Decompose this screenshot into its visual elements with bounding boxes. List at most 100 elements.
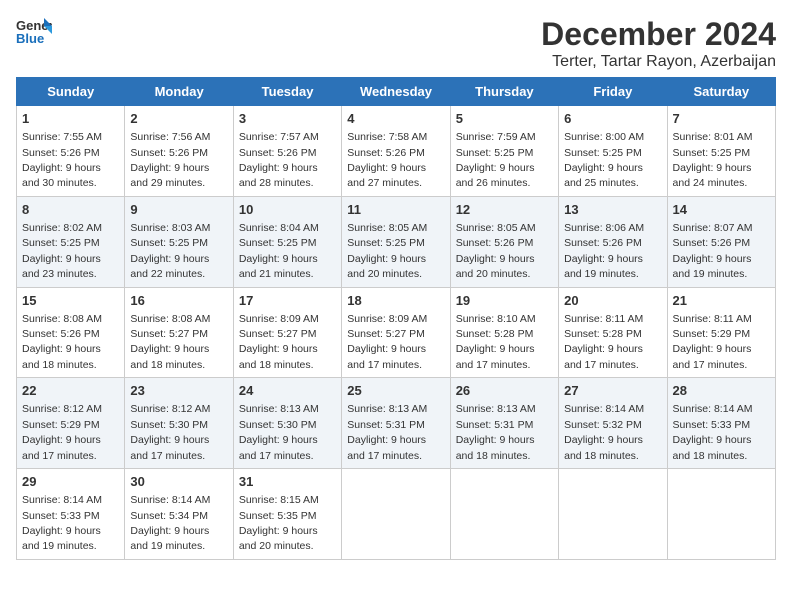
- day-number: 30: [130, 473, 227, 491]
- day-info: Sunrise: 8:03 AM Sunset: 5:25 PM Dayligh…: [130, 222, 210, 280]
- day-number: 6: [564, 110, 661, 128]
- calendar-week-row: 29 Sunrise: 8:14 AM Sunset: 5:33 PM Dayli…: [17, 469, 776, 560]
- calendar-day-cell: 2 Sunrise: 7:56 AM Sunset: 5:26 PM Daylig…: [125, 106, 233, 197]
- logo-icon: General Blue: [16, 16, 52, 46]
- day-number: 8: [22, 201, 119, 219]
- day-info: Sunrise: 8:14 AM Sunset: 5:34 PM Dayligh…: [130, 494, 210, 552]
- day-info: Sunrise: 8:09 AM Sunset: 5:27 PM Dayligh…: [347, 313, 427, 371]
- day-number: 12: [456, 201, 553, 219]
- day-info: Sunrise: 7:56 AM Sunset: 5:26 PM Dayligh…: [130, 131, 210, 189]
- calendar-header: SundayMondayTuesdayWednesdayThursdayFrid…: [17, 78, 776, 106]
- day-info: Sunrise: 8:12 AM Sunset: 5:29 PM Dayligh…: [22, 403, 102, 461]
- calendar-day-cell: 20 Sunrise: 8:11 AM Sunset: 5:28 PM Dayli…: [559, 287, 667, 378]
- day-number: 5: [456, 110, 553, 128]
- calendar-week-row: 22 Sunrise: 8:12 AM Sunset: 5:29 PM Dayli…: [17, 378, 776, 469]
- weekday-header: Sunday: [17, 78, 125, 106]
- weekday-header: Saturday: [667, 78, 775, 106]
- calendar-day-cell: 23 Sunrise: 8:12 AM Sunset: 5:30 PM Dayli…: [125, 378, 233, 469]
- day-info: Sunrise: 8:11 AM Sunset: 5:29 PM Dayligh…: [673, 313, 752, 371]
- calendar-day-cell: 5 Sunrise: 7:59 AM Sunset: 5:25 PM Daylig…: [450, 106, 558, 197]
- day-number: 21: [673, 292, 770, 310]
- day-number: 14: [673, 201, 770, 219]
- day-number: 9: [130, 201, 227, 219]
- day-info: Sunrise: 8:00 AM Sunset: 5:25 PM Dayligh…: [564, 131, 644, 189]
- calendar-day-cell: 14 Sunrise: 8:07 AM Sunset: 5:26 PM Dayli…: [667, 196, 775, 287]
- calendar-day-cell: 6 Sunrise: 8:00 AM Sunset: 5:25 PM Daylig…: [559, 106, 667, 197]
- calendar-day-cell: 18Sunrise: 8:09 AM Sunset: 5:27 PM Dayli…: [342, 287, 450, 378]
- subtitle: Terter, Tartar Rayon, Azerbaijan: [541, 53, 776, 71]
- day-number: 17: [239, 292, 336, 310]
- svg-text:Blue: Blue: [16, 31, 44, 46]
- day-info: Sunrise: 8:07 AM Sunset: 5:26 PM Dayligh…: [673, 222, 753, 280]
- calendar-day-cell: 28 Sunrise: 8:14 AM Sunset: 5:33 PM Dayli…: [667, 378, 775, 469]
- day-number: 20: [564, 292, 661, 310]
- day-info: Sunrise: 8:05 AM Sunset: 5:25 PM Dayligh…: [347, 222, 427, 280]
- day-info: Sunrise: 8:14 AM Sunset: 5:32 PM Dayligh…: [564, 403, 644, 461]
- logo: General Blue: [16, 16, 52, 46]
- calendar-day-cell: 24 Sunrise: 8:13 AM Sunset: 5:30 PM Dayli…: [233, 378, 341, 469]
- calendar-day-cell: 7Sunrise: 8:01 AM Sunset: 5:25 PM Daylig…: [667, 106, 775, 197]
- calendar-day-cell: [667, 469, 775, 560]
- day-info: Sunrise: 8:01 AM Sunset: 5:25 PM Dayligh…: [673, 131, 753, 189]
- day-number: 11: [347, 201, 444, 219]
- day-info: Sunrise: 8:13 AM Sunset: 5:31 PM Dayligh…: [347, 403, 427, 461]
- calendar-day-cell: 25 Sunrise: 8:13 AM Sunset: 5:31 PM Dayli…: [342, 378, 450, 469]
- day-number: 29: [22, 473, 119, 491]
- calendar-day-cell: 15 Sunrise: 8:08 AM Sunset: 5:26 PM Dayli…: [17, 287, 125, 378]
- day-info: Sunrise: 8:09 AM Sunset: 5:27 PM Dayligh…: [239, 313, 319, 371]
- calendar-week-row: 8 Sunrise: 8:02 AM Sunset: 5:25 PM Daylig…: [17, 196, 776, 287]
- day-info: Sunrise: 8:13 AM Sunset: 5:31 PM Dayligh…: [456, 403, 536, 461]
- calendar-day-cell: [450, 469, 558, 560]
- weekday-header: Wednesday: [342, 78, 450, 106]
- calendar-day-cell: 19Sunrise: 8:10 AM Sunset: 5:28 PM Dayli…: [450, 287, 558, 378]
- page-header: General Blue December 2024 Terter, Tarta…: [16, 16, 776, 71]
- day-info: Sunrise: 7:59 AM Sunset: 5:25 PM Dayligh…: [456, 131, 536, 189]
- day-number: 13: [564, 201, 661, 219]
- calendar-day-cell: [342, 469, 450, 560]
- calendar-day-cell: 12 Sunrise: 8:05 AM Sunset: 5:26 PM Dayli…: [450, 196, 558, 287]
- calendar-day-cell: 3Sunrise: 7:57 AM Sunset: 5:26 PM Daylig…: [233, 106, 341, 197]
- calendar-table: SundayMondayTuesdayWednesdayThursdayFrid…: [16, 77, 776, 560]
- day-number: 22: [22, 382, 119, 400]
- weekday-header: Tuesday: [233, 78, 341, 106]
- calendar-day-cell: 17 Sunrise: 8:09 AM Sunset: 5:27 PM Dayli…: [233, 287, 341, 378]
- day-info: Sunrise: 7:55 AM Sunset: 5:26 PM Dayligh…: [22, 131, 102, 189]
- calendar-day-cell: 29 Sunrise: 8:14 AM Sunset: 5:33 PM Dayli…: [17, 469, 125, 560]
- day-info: Sunrise: 8:02 AM Sunset: 5:25 PM Dayligh…: [22, 222, 102, 280]
- main-title: December 2024: [541, 16, 776, 53]
- calendar-day-cell: 31Sunrise: 8:15 AM Sunset: 5:35 PM Dayli…: [233, 469, 341, 560]
- calendar-day-cell: [559, 469, 667, 560]
- calendar-day-cell: 21 Sunrise: 8:11 AM Sunset: 5:29 PM Dayli…: [667, 287, 775, 378]
- day-number: 19: [456, 292, 553, 310]
- day-info: Sunrise: 8:14 AM Sunset: 5:33 PM Dayligh…: [673, 403, 753, 461]
- day-number: 23: [130, 382, 227, 400]
- title-block: December 2024 Terter, Tartar Rayon, Azer…: [541, 16, 776, 71]
- day-number: 16: [130, 292, 227, 310]
- day-info: Sunrise: 8:04 AM Sunset: 5:25 PM Dayligh…: [239, 222, 319, 280]
- calendar-day-cell: 9 Sunrise: 8:03 AM Sunset: 5:25 PM Daylig…: [125, 196, 233, 287]
- calendar-day-cell: 1 Sunrise: 7:55 AM Sunset: 5:26 PM Daylig…: [17, 106, 125, 197]
- day-number: 25: [347, 382, 444, 400]
- day-info: Sunrise: 8:08 AM Sunset: 5:27 PM Dayligh…: [130, 313, 210, 371]
- weekday-header: Friday: [559, 78, 667, 106]
- weekday-header: Monday: [125, 78, 233, 106]
- day-info: Sunrise: 8:12 AM Sunset: 5:30 PM Dayligh…: [130, 403, 210, 461]
- calendar-day-cell: 16 Sunrise: 8:08 AM Sunset: 5:27 PM Dayli…: [125, 287, 233, 378]
- day-number: 15: [22, 292, 119, 310]
- day-number: 28: [673, 382, 770, 400]
- day-info: Sunrise: 8:05 AM Sunset: 5:26 PM Dayligh…: [456, 222, 536, 280]
- day-info: Sunrise: 8:08 AM Sunset: 5:26 PM Dayligh…: [22, 313, 102, 371]
- day-info: Sunrise: 8:11 AM Sunset: 5:28 PM Dayligh…: [564, 313, 643, 371]
- calendar-day-cell: 27Sunrise: 8:14 AM Sunset: 5:32 PM Dayli…: [559, 378, 667, 469]
- calendar-day-cell: 8 Sunrise: 8:02 AM Sunset: 5:25 PM Daylig…: [17, 196, 125, 287]
- day-number: 2: [130, 110, 227, 128]
- day-number: 24: [239, 382, 336, 400]
- day-info: Sunrise: 8:14 AM Sunset: 5:33 PM Dayligh…: [22, 494, 102, 552]
- weekday-header: Thursday: [450, 78, 558, 106]
- day-number: 1: [22, 110, 119, 128]
- calendar-week-row: 1 Sunrise: 7:55 AM Sunset: 5:26 PM Daylig…: [17, 106, 776, 197]
- day-number: 10: [239, 201, 336, 219]
- calendar-day-cell: 13Sunrise: 8:06 AM Sunset: 5:26 PM Dayli…: [559, 196, 667, 287]
- day-info: Sunrise: 8:13 AM Sunset: 5:30 PM Dayligh…: [239, 403, 319, 461]
- calendar-week-row: 15 Sunrise: 8:08 AM Sunset: 5:26 PM Dayli…: [17, 287, 776, 378]
